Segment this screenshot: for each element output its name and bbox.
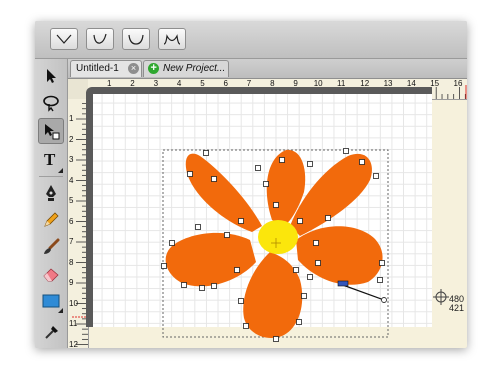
anchor-point <box>187 171 193 177</box>
crosshair-cursor-icon <box>433 289 449 305</box>
anchor-point <box>243 323 249 329</box>
flower-center <box>258 220 298 254</box>
anchor-point <box>211 283 217 289</box>
anchor-point <box>313 240 319 246</box>
anchor-point <box>296 319 302 325</box>
bezier-handle-line <box>339 283 385 301</box>
anchor-point <box>161 263 167 269</box>
anchor-point <box>169 240 175 246</box>
anchor-point <box>301 293 307 299</box>
anchor-point <box>379 260 385 266</box>
anchor-point <box>255 165 261 171</box>
anchor-point <box>211 176 217 182</box>
anchor-point <box>234 267 240 273</box>
petal-left <box>165 232 256 287</box>
anchor-point <box>293 267 299 273</box>
anchor-point <box>325 215 331 221</box>
anchor-point <box>279 157 285 163</box>
selected-anchor-point <box>337 280 349 287</box>
anchor-point <box>343 148 349 154</box>
anchor-point <box>273 336 279 342</box>
drawing-overlay <box>161 148 449 342</box>
anchor-point <box>307 161 313 167</box>
anchor-point <box>297 218 303 224</box>
anchor-point <box>195 224 201 230</box>
anchor-point <box>181 282 187 288</box>
anchor-point <box>373 173 379 179</box>
cursor-coordinates: 480 421 <box>449 295 464 313</box>
anchor-point <box>238 298 244 304</box>
anchor-point <box>359 159 365 165</box>
petal-upper-left <box>185 153 262 232</box>
cursor-y-readout: 421 <box>449 303 465 313</box>
anchor-point <box>307 274 313 280</box>
anchor-point <box>238 218 244 224</box>
anchor-point <box>263 181 269 187</box>
anchor-point <box>203 150 209 156</box>
bezier-handle-point <box>381 297 387 303</box>
anchor-point <box>199 285 205 291</box>
anchor-point <box>224 232 230 238</box>
anchor-point <box>273 202 279 208</box>
anchor-point <box>377 277 383 283</box>
anchor-point <box>315 260 321 266</box>
